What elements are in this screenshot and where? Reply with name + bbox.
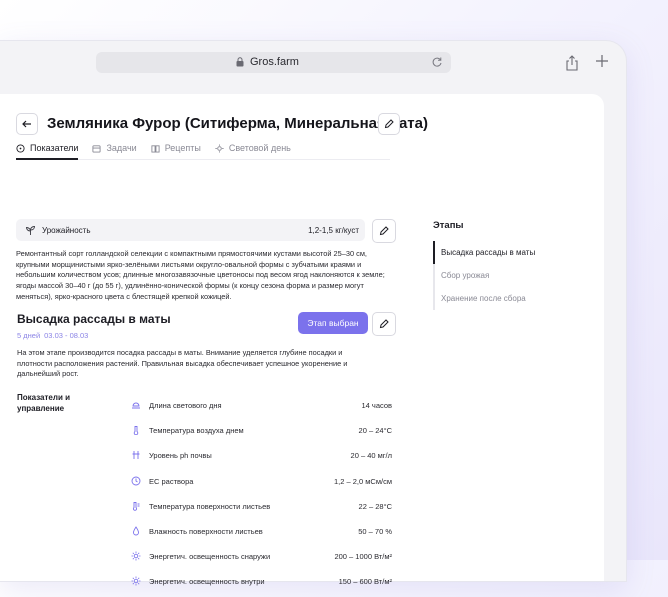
stage-item-planting[interactable]: Высадка рассады в маты [433, 241, 563, 264]
stage-dates: 03.03 - 08.03 [44, 331, 89, 340]
address-bar[interactable]: Gros.farm [96, 52, 451, 73]
stage-description: На этом этапе производится посадка расса… [17, 348, 348, 379]
variety-description: Ремонтантный сорт голландской селекции с… [16, 249, 385, 301]
sun-icon [131, 576, 141, 586]
stage-days: 5 дней [17, 331, 41, 340]
indicator-name: Температура воздуха днем [149, 426, 244, 436]
sun-icon [215, 143, 224, 153]
tab-recipes[interactable]: Рецепты [151, 143, 201, 153]
thermometer-icon [133, 426, 139, 436]
indicator-value: 20 – 40 мг/л [350, 451, 392, 461]
drop-icon [133, 526, 139, 536]
daylight-icon [132, 402, 140, 409]
indicator-name: Уровень ph почвы [149, 451, 212, 461]
yield-label: Урожайность [42, 226, 91, 235]
indicator-row[interactable]: Длина светового дня 14 часов [127, 395, 394, 420]
new-tab-icon[interactable] [595, 54, 609, 68]
arrow-left-icon [22, 120, 31, 128]
pencil-icon [384, 119, 394, 129]
stage-title: Высадка рассады в маты [17, 312, 171, 326]
tab-label: Задачи [106, 143, 137, 153]
edit-yield-button[interactable] [372, 219, 396, 243]
browser-window: Gros.farm Земляника Фурор (Ситиферма, Ми… [0, 41, 626, 586]
pencil-icon [379, 226, 389, 236]
indicator-row[interactable]: Температура воздуха днем 20 – 24°C [127, 420, 394, 445]
indicator-row[interactable]: Энергетич. освещенность внутри 150 – 600… [127, 571, 394, 596]
back-button[interactable] [16, 113, 38, 135]
reload-icon[interactable] [431, 56, 443, 68]
indicator-name: Температура поверхности листьев [149, 501, 271, 511]
stage-meta: 5 дней 03.03 - 08.03 [17, 331, 88, 340]
stage-item-harvest[interactable]: Сбор урожая [433, 264, 563, 287]
edit-title-button[interactable] [378, 113, 400, 135]
lock-icon [236, 57, 244, 67]
indicator-row[interactable]: Температура поверхности листьев 22 – 28°… [127, 496, 394, 521]
indicators-heading: Показатели и управление [17, 392, 79, 414]
tab-label: Показатели [30, 143, 79, 153]
url-text: Gros.farm [250, 56, 299, 68]
indicator-value: 14 часов [361, 401, 393, 410]
indicator-value: 1,2 – 2,0 мСм/см [334, 476, 392, 486]
yield-value: 1,2-1,5 кг/куст [308, 226, 359, 235]
indicator-value: 22 – 28°C [358, 501, 392, 511]
edit-stage-button[interactable] [372, 312, 396, 336]
page-content: Земляника Фурор (Ситиферма, Минеральная … [0, 94, 604, 586]
tab-label: Рецепты [164, 143, 201, 153]
page-title: Земляника Фурор (Ситиферма, Минеральная … [47, 115, 428, 132]
ph-icon [132, 451, 140, 460]
calendar-icon [92, 144, 102, 153]
yield-row: Урожайность 1,2-1,5 кг/куст [16, 219, 365, 241]
indicator-row[interactable]: EC раствора 1,2 – 2,0 мСм/см [127, 471, 394, 496]
share-icon[interactable] [565, 55, 579, 71]
stage-item-storage[interactable]: Хранение после сбора [433, 287, 563, 310]
active-tab-underline [16, 158, 78, 160]
pencil-icon [379, 319, 389, 329]
tab-bar: Показатели Задачи Рецепты Световой день [16, 143, 291, 153]
tab-tasks[interactable]: Задачи [92, 143, 137, 153]
stages-title: Этапы [433, 220, 464, 231]
indicator-value: 150 – 600 Вт/м² [338, 577, 392, 587]
indicator-row[interactable]: Уровень ph почвы 20 – 40 мг/л [127, 445, 394, 470]
indicators-list: Длина светового дня 14 часов Температура… [127, 395, 394, 597]
stages-panel: Этапы Высадка рассады в маты Сбор урожая… [433, 220, 563, 310]
tab-label: Световой день [228, 143, 291, 153]
tab-indicators[interactable]: Показатели [16, 143, 78, 153]
indicator-row[interactable]: Влажность поверхности листьев 50 – 70 % [127, 521, 394, 546]
indicator-name: Влажность поверхности листьев [149, 526, 263, 536]
indicator-name: EC раствора [149, 476, 194, 486]
gauge-icon [16, 143, 25, 153]
indicator-value: 50 – 70 % [358, 526, 392, 536]
plant-icon [26, 226, 35, 235]
indicator-name: Энергетич. освещенность внутри [149, 577, 265, 587]
indicator-name: Длина светового дня [149, 401, 222, 410]
ec-icon [131, 476, 141, 486]
indicator-value: 20 – 24°C [358, 426, 392, 436]
leaf-temp-icon [133, 501, 140, 511]
stage-selected-button[interactable]: Этап выбран [298, 312, 368, 334]
book-icon [151, 144, 160, 153]
indicator-row[interactable]: Энергетич. освещенность снаружи 200 – 10… [127, 546, 394, 571]
indicators-label: Показатели и управление [17, 393, 71, 413]
tab-daylight[interactable]: Световой день [215, 143, 291, 153]
